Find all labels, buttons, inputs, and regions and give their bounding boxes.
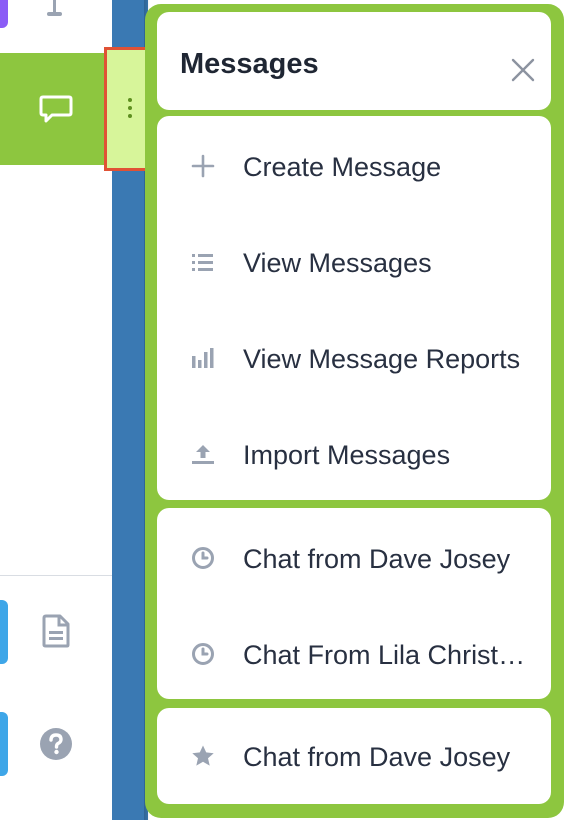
menu-item-label: Create Message [243, 152, 442, 182]
upload-icon [192, 445, 214, 464]
menu-group-recent-chats: Chat from Dave Josey Chat From Lila Chri… [157, 508, 551, 699]
menu-item-label: View Message Reports [243, 344, 521, 374]
star-icon [192, 745, 214, 766]
sidebar-tab-indicator [0, 712, 8, 776]
menu-item-view-message-reports[interactable]: View Message Reports [157, 310, 551, 406]
menu-item-import-messages[interactable]: Import Messages [157, 406, 551, 502]
menu-group-actions: Create Message View Messages View Messag… [157, 116, 551, 500]
menu-item-create-message[interactable]: Create Message [157, 118, 551, 214]
menu-item-view-messages[interactable]: View Messages [157, 214, 551, 310]
plus-icon [191, 154, 215, 178]
menu-item-label: Chat from Dave Josey [243, 742, 511, 772]
chat-bubble-icon [39, 95, 73, 123]
bar-chart-icon [192, 348, 214, 368]
clock-icon [192, 643, 214, 665]
menu-item-label: Import Messages [243, 440, 451, 470]
list-icon [192, 254, 213, 271]
menu-item-label: Chat From Lila Christensen [243, 640, 539, 670]
sidebar-tab-indicator [0, 0, 8, 28]
menu-item-label: View Messages [243, 248, 432, 278]
sidebar-divider [0, 575, 112, 576]
popover-title: Messages [180, 48, 319, 80]
menu-group-favorites: Chat from Dave Josey [157, 708, 551, 804]
left-sidebar [0, 0, 112, 820]
menu-item-recent-chat[interactable]: Chat from Dave Josey [157, 510, 551, 606]
flag-icon[interactable] [42, 0, 68, 20]
sidebar-tab-indicator [0, 600, 8, 664]
kebab-menu-icon [128, 98, 132, 122]
sidebar-item-messages[interactable] [0, 53, 112, 165]
document-icon[interactable] [39, 614, 73, 648]
help-icon[interactable] [39, 727, 73, 761]
menu-item-favorite-chat[interactable]: Chat from Dave Josey [157, 708, 551, 804]
messages-popover: Messages Create Message View Messages Vi… [145, 4, 564, 818]
menu-item-label: Chat from Dave Josey [243, 544, 511, 574]
clock-icon [192, 547, 214, 569]
menu-item-recent-chat[interactable]: Chat From Lila Christensen [157, 606, 551, 702]
popover-header: Messages [157, 12, 551, 110]
close-icon[interactable] [509, 56, 537, 84]
